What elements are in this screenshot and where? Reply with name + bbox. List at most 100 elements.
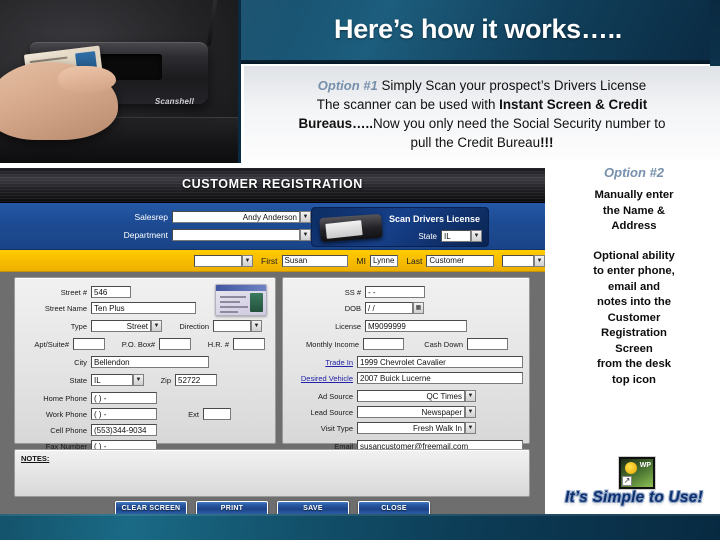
- desired-vehicle-row: Desired Vehicle 2007 Buick Lucerne: [285, 372, 523, 384]
- visit-type-value[interactable]: Fresh Walk In: [357, 422, 465, 434]
- dob-row: DOB / / ▦: [293, 302, 424, 314]
- ad-source-value[interactable]: QC Times: [357, 390, 465, 402]
- customer-registration-desktop-icon[interactable]: WP ↗: [618, 456, 656, 490]
- direction-row: Direction ▼: [165, 320, 262, 332]
- ext-input[interactable]: [203, 408, 231, 420]
- direction-select[interactable]: ▼: [213, 320, 262, 332]
- chevron-down-icon[interactable]: ▼: [465, 422, 476, 434]
- trade-in-row: Trade In 1999 Chevrolet Cavalier: [289, 356, 523, 368]
- state-label: State: [69, 375, 87, 385]
- option2-line: Registration: [601, 327, 667, 339]
- work-phone-row: Work Phone ( ) -: [25, 408, 157, 420]
- option2-line: Manually enter: [594, 189, 674, 201]
- cell-phone-row: Cell Phone (553)344-9034: [25, 424, 157, 436]
- desired-vehicle-label[interactable]: Desired Vehicle: [285, 374, 353, 383]
- last-name-label: Last: [406, 255, 423, 266]
- apt-suite-input[interactable]: [73, 338, 105, 350]
- option2-text: Manually enter the Name & Address Option…: [552, 188, 716, 388]
- chevron-down-icon[interactable]: ▼: [533, 254, 545, 267]
- trade-in-input[interactable]: 1999 Chevrolet Cavalier: [357, 356, 523, 368]
- state-label: State: [418, 231, 437, 241]
- license-input[interactable]: M9099999: [365, 320, 467, 332]
- ext-row: Ext: [179, 408, 231, 420]
- name-prefix-value[interactable]: [194, 254, 242, 267]
- option2-block: Option #2 Manually enter the Name & Addr…: [548, 160, 720, 480]
- hr-number-row: H.R. #: [199, 338, 265, 350]
- state-row: State IL ▼: [25, 374, 144, 386]
- scanned-license-thumbnail[interactable]: [215, 284, 267, 316]
- license-thumb-line: [220, 311, 238, 313]
- name-suffix-select[interactable]: ▼: [501, 254, 545, 267]
- name-prefix-select[interactable]: ▼: [194, 254, 253, 267]
- scanner-brand-label: Scanshell: [154, 97, 194, 106]
- lead-source-select[interactable]: Newspaper ▼: [357, 406, 476, 418]
- cash-down-input[interactable]: [467, 338, 508, 350]
- salesrep-value[interactable]: Andy Anderson: [172, 211, 300, 223]
- chevron-down-icon[interactable]: ▼: [300, 229, 311, 241]
- salesrep-row: Salesrep Andy Anderson ▼: [106, 211, 311, 223]
- po-box-input[interactable]: [159, 338, 191, 350]
- cash-down-label: Cash Down: [424, 339, 463, 349]
- option1-line2-bold: Instant Screen & Credit: [499, 97, 648, 112]
- direction-value[interactable]: [213, 320, 251, 332]
- work-phone-input[interactable]: ( ) -: [91, 408, 157, 420]
- chevron-down-icon[interactable]: ▼: [242, 254, 253, 267]
- license-thumb-line: [220, 296, 246, 298]
- home-phone-input[interactable]: ( ) -: [91, 392, 157, 404]
- monthly-income-input[interactable]: [363, 338, 404, 350]
- option1-block: Option #1 Simply Scan your prospect’s Dr…: [244, 66, 720, 170]
- street-type-select[interactable]: Street ▼: [91, 320, 162, 332]
- option1-line2-plain: The scanner can be used with: [316, 97, 500, 112]
- street-name-input[interactable]: Ten Plus: [91, 302, 196, 314]
- po-box-row: P.O. Box#: [111, 338, 191, 350]
- monthly-income-label: Monthly Income: [306, 339, 359, 349]
- first-name-input[interactable]: Susan: [281, 254, 349, 267]
- street-type-value[interactable]: Street: [91, 320, 151, 332]
- city-input[interactable]: Bellendon: [91, 356, 209, 368]
- street-name-row: Street Name Ten Plus: [25, 302, 196, 314]
- ad-source-select[interactable]: QC Times ▼: [357, 390, 476, 402]
- chevron-down-icon[interactable]: ▼: [465, 406, 476, 418]
- chevron-down-icon[interactable]: ▼: [300, 211, 311, 223]
- ssn-row: SS # - -: [293, 286, 425, 298]
- hr-number-input[interactable]: [233, 338, 265, 350]
- chevron-down-icon[interactable]: ▼: [151, 320, 162, 332]
- department-value[interactable]: [172, 229, 300, 241]
- slide-footer-band: [0, 514, 720, 540]
- calendar-icon[interactable]: ▦: [413, 302, 424, 314]
- dob-input[interactable]: / /: [365, 302, 413, 314]
- lead-source-value[interactable]: Newspaper: [357, 406, 465, 418]
- license-thumb-portrait: [250, 293, 263, 312]
- option2-line: Screen: [615, 342, 653, 355]
- chevron-down-icon[interactable]: ▼: [251, 320, 262, 332]
- middle-initial-input[interactable]: Lynne: [369, 254, 399, 267]
- notes-panel[interactable]: NOTES:: [14, 449, 530, 497]
- state-value[interactable]: IL: [91, 374, 133, 386]
- street-number-input[interactable]: 546: [91, 286, 131, 298]
- name-suffix-value[interactable]: [501, 254, 534, 267]
- zip-label: Zip: [160, 375, 171, 385]
- ssn-input[interactable]: - -: [365, 286, 425, 298]
- scan-state-value[interactable]: IL: [441, 230, 471, 242]
- scan-state-select[interactable]: IL ▼: [441, 230, 482, 242]
- last-name-input[interactable]: Customer: [426, 254, 494, 267]
- option2-label: Option #2: [604, 165, 664, 180]
- trade-in-label[interactable]: Trade In: [289, 358, 353, 367]
- cell-phone-label: Cell Phone: [50, 425, 87, 435]
- option1-line4-plain: pull the Credit Bureau: [410, 135, 541, 150]
- visit-type-select[interactable]: Fresh Walk In ▼: [357, 422, 476, 434]
- state-select[interactable]: IL ▼: [91, 374, 144, 386]
- scan-drivers-license-panel[interactable]: Scan Drivers License State IL ▼: [311, 207, 489, 247]
- chevron-down-icon[interactable]: ▼: [471, 230, 482, 242]
- customer-detail-panel: SS # - - DOB / / ▦ License M9099999 Mont…: [282, 277, 530, 452]
- zip-input[interactable]: 52722: [175, 374, 217, 386]
- ad-source-label: Ad Source: [317, 391, 353, 401]
- salesrep-select[interactable]: Andy Anderson ▼: [172, 211, 311, 223]
- chevron-down-icon[interactable]: ▼: [465, 390, 476, 402]
- desired-vehicle-input[interactable]: 2007 Buick Lucerne: [357, 372, 523, 384]
- department-select[interactable]: ▼: [172, 229, 311, 241]
- option1-line3-bold: Bureaus…..: [298, 116, 373, 131]
- po-box-label: P.O. Box#: [121, 339, 155, 349]
- cell-phone-input[interactable]: (553)344-9034: [91, 424, 157, 436]
- chevron-down-icon[interactable]: ▼: [133, 374, 144, 386]
